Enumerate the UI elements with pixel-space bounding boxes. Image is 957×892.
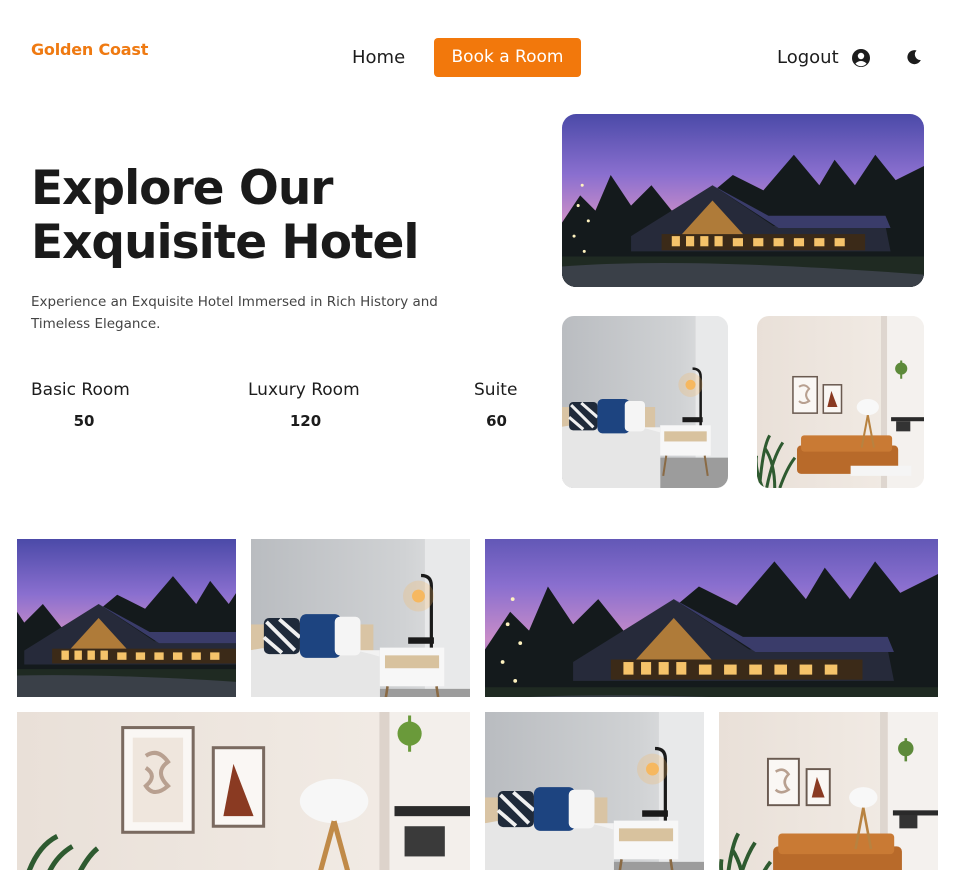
gallery-image-bedroom — [251, 539, 470, 697]
user-circle-icon[interactable] — [852, 49, 870, 67]
brand-logo[interactable]: Golden Coast — [31, 40, 148, 59]
stat-basic-room: Basic Room 50 — [31, 380, 137, 430]
stat-value: 120 — [289, 412, 322, 430]
hero-image-lodge — [562, 114, 924, 287]
book-a-room-button[interactable]: Book a Room — [434, 38, 581, 77]
hero-image-living-room — [757, 316, 924, 488]
hero-subtitle: Experience an Exquisite Hotel Immersed i… — [31, 294, 438, 332]
stat-label: Suite — [474, 380, 518, 400]
stat-value: 60 — [486, 412, 507, 430]
gallery-image-lodge — [17, 539, 236, 697]
stat-label: Basic Room — [31, 380, 130, 400]
gallery-image-wall-art — [17, 712, 470, 870]
stat-suite: Suite 60 — [474, 380, 519, 430]
logout-link[interactable]: Logout — [777, 47, 839, 68]
moon-icon[interactable] — [906, 49, 922, 65]
nav-home-link[interactable]: Home — [352, 47, 405, 68]
gallery-image-bedroom-2 — [485, 712, 704, 870]
hero-image-bedroom — [562, 316, 728, 488]
stat-label: Luxury Room — [248, 380, 360, 400]
stat-luxury-room: Luxury Room 120 — [248, 380, 363, 430]
hero-title: Explore Our Exquisite Hotel — [31, 161, 420, 270]
gallery-image-living-room — [719, 712, 938, 870]
stat-value: 50 — [73, 412, 95, 430]
gallery-image-lodge-wide — [485, 539, 938, 697]
